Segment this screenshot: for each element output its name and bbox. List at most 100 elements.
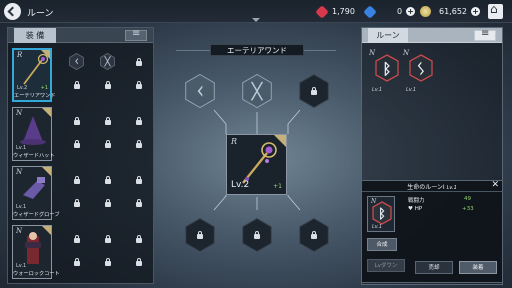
lock-icon (104, 257, 111, 266)
rune-detail-glyph: ᛒ (378, 207, 386, 222)
equipment-card[interactable]: N Lv.1 ウォーロックコート (12, 225, 60, 279)
equipment-name: エーテリアワンド (14, 93, 56, 99)
rune-glyph: ᛒ (382, 60, 391, 78)
locked-slot[interactable] (130, 134, 147, 153)
equipment-row: N Lv.1 ウィザードグローブ (12, 166, 150, 223)
equipment-level: Lv.1 (16, 263, 27, 269)
rune-slot-large[interactable]: ᚷ (240, 72, 274, 110)
locked-slot[interactable] (130, 170, 147, 189)
locked-slot[interactable] (130, 193, 147, 212)
close-icon[interactable]: ✕ (491, 180, 499, 190)
equipment-level: Lv.1 (16, 204, 27, 210)
rune-slot[interactable]: ᚲ (68, 52, 85, 71)
equipment-plus: +1 (40, 85, 48, 91)
equipment-card[interactable]: N Lv.1 ウィザードハット (12, 107, 55, 161)
stat-hp-value: +33 (462, 206, 474, 212)
equip-button[interactable]: 装着 (459, 261, 497, 274)
locked-slot[interactable] (130, 252, 147, 271)
lock-icon (135, 234, 142, 243)
locked-slot[interactable] (99, 134, 116, 153)
equipment-card[interactable]: N Lv.1 ウィザードグローブ (12, 166, 59, 220)
back-button[interactable] (4, 3, 21, 20)
blue-gem-value: 0 (397, 7, 403, 16)
add-gem-button[interactable]: + (406, 7, 416, 16)
top-bar: ルーン 1,790 0 + 61,652 + (0, 0, 512, 23)
wizard-hat-icon (20, 116, 46, 145)
locked-slot-large[interactable] (297, 216, 331, 254)
locked-slot[interactable] (99, 170, 116, 189)
locked-slot[interactable] (99, 229, 116, 248)
locked-slot[interactable] (68, 134, 85, 153)
lock-icon (73, 198, 80, 207)
stat-power: 戦闘力 49 (408, 196, 498, 205)
sell-button[interactable]: 売却 (415, 261, 453, 274)
equipment-row: R Lv.2 +1 エーテリアワンド ᚲ ᚷ (12, 48, 150, 105)
lock-icon (73, 80, 80, 89)
equipment-card[interactable]: R Lv.2 +1 エーテリアワンド (12, 48, 56, 102)
equipment-name: ウォーロックコート (13, 271, 60, 277)
rune-card[interactable]: N ᛒ Lv.1 (368, 48, 402, 93)
add-gold-button[interactable]: + (471, 7, 480, 16)
weapon-plus: +1 (273, 183, 282, 190)
tab-rune[interactable]: ルーン (368, 28, 408, 43)
lock-icon (104, 175, 111, 184)
locked-slot[interactable] (68, 111, 85, 130)
rune-detail-title: 生命のルーンI Lv.1 (362, 182, 502, 191)
locked-slot[interactable] (130, 111, 147, 130)
sowilo-rune-icon: ᛊ (409, 54, 433, 82)
locked-slot[interactable] (130, 229, 147, 248)
lock-icon (254, 231, 260, 239)
page-title: ルーン (27, 9, 54, 19)
weapon-level: Lv.2 (231, 180, 250, 190)
lock-icon (135, 139, 142, 148)
sort-button[interactable] (125, 28, 147, 41)
locked-slot[interactable] (130, 52, 147, 71)
rune-gebo-icon: ᚷ (251, 79, 263, 103)
locked-slot[interactable] (68, 252, 85, 271)
rune-slot[interactable]: ᚷ (99, 52, 116, 71)
locked-slot[interactable] (68, 229, 85, 248)
locked-slot[interactable] (68, 193, 85, 212)
chevron-down-icon[interactable] (252, 18, 260, 22)
rune-glyph: ᛊ (416, 60, 425, 78)
tab-equipment[interactable]: 装 備 (14, 28, 56, 43)
compose-button[interactable]: 合成 (367, 238, 397, 251)
locked-slot[interactable] (99, 193, 116, 212)
locked-slot[interactable] (99, 111, 116, 130)
level-down-button[interactable]: Lvダウン (367, 259, 405, 272)
lock-icon (135, 175, 142, 184)
rune-detail-icon: N ᛒ Lv.1 (367, 196, 395, 232)
berkano-rune-icon: ᛒ (375, 54, 399, 82)
stat-hp-label-text: HP (414, 206, 423, 212)
lock-icon (197, 231, 203, 239)
weapon-card[interactable]: R Lv.2 +1 (226, 134, 287, 195)
rune-card[interactable]: N ᛊ Lv.1 (402, 48, 436, 93)
locked-slot[interactable] (130, 75, 147, 94)
locked-slot[interactable] (68, 75, 85, 94)
lock-icon (135, 198, 142, 207)
lock-icon (104, 198, 111, 207)
lock-icon (104, 139, 111, 148)
locked-slot-large[interactable] (183, 216, 217, 254)
lock-icon (311, 231, 317, 239)
locked-slot[interactable] (99, 252, 116, 271)
lock-icon (104, 80, 111, 89)
rune-slot-large[interactable]: ᚲ (183, 72, 217, 110)
locked-slot-large[interactable] (297, 72, 331, 110)
wizard-glove-icon (23, 177, 45, 199)
lock-icon (73, 116, 80, 125)
rune-sort-button[interactable] (474, 28, 496, 41)
rune-detail-header: 生命のルーンI Lv.1 ✕ (362, 180, 502, 192)
rune-kaun-icon: ᚲ (73, 55, 80, 68)
lock-icon (135, 80, 142, 89)
locked-slot-large[interactable] (240, 216, 274, 254)
stat-hp-label: ♥ HP (408, 206, 422, 212)
locked-slot[interactable] (68, 170, 85, 189)
lock-icon (135, 257, 142, 266)
weapon-title: エーテリアワンド (210, 44, 304, 56)
home-button[interactable] (488, 2, 503, 19)
wand-icon (23, 53, 49, 85)
lock-icon (73, 257, 80, 266)
locked-slot[interactable] (99, 75, 116, 94)
lock-icon (73, 234, 80, 243)
